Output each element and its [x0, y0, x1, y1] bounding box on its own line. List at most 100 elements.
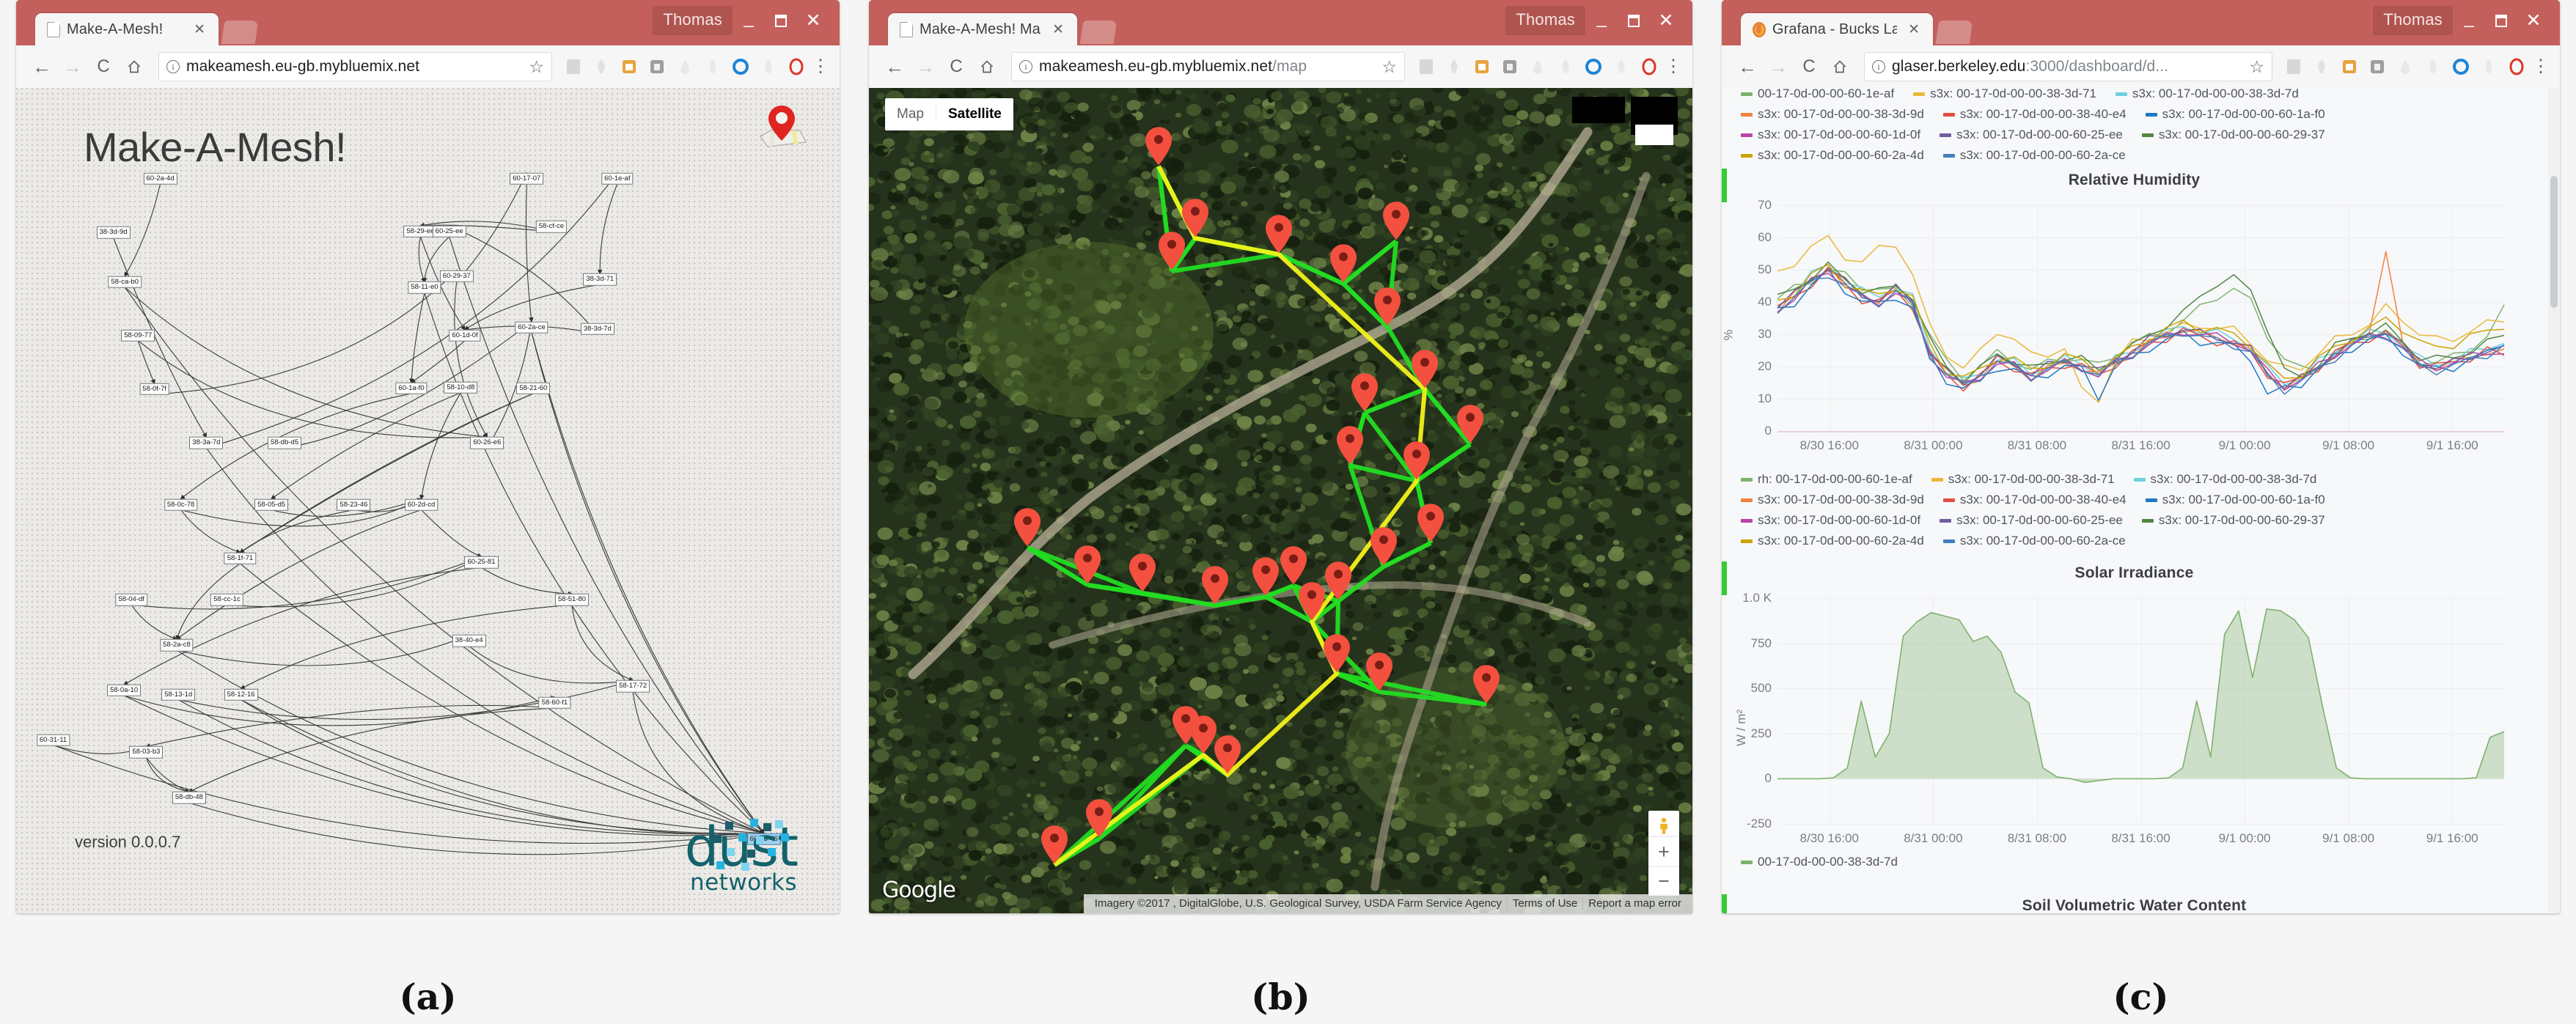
mesh-node[interactable]: 38-3d-9d [96, 226, 131, 239]
map-pin-icon[interactable] [755, 101, 809, 151]
leaf2-extension-icon[interactable] [700, 54, 725, 79]
legend-item[interactable]: s3x: 00-17-0d-00-00-60-29-37 [2141, 513, 2325, 528]
lastpass-extension-icon[interactable] [617, 54, 642, 79]
new-tab-button[interactable] [221, 21, 259, 44]
zoom-in-button[interactable]: + [1648, 837, 1679, 866]
mesh-node[interactable]: 58-cf-ce [535, 220, 568, 233]
mesh-node[interactable]: 58-04-df [115, 593, 147, 606]
site-info-icon[interactable]: i [1872, 60, 1885, 73]
zoom-out-button[interactable]: − [1648, 866, 1679, 896]
lastpass-extension-icon[interactable] [2337, 54, 2362, 79]
legend-item[interactable]: s3x: 00-17-0d-00-00-38-3d-7d [2115, 88, 2299, 101]
leaf2-extension-icon[interactable] [2421, 54, 2445, 79]
pocket-extension-icon[interactable] [645, 54, 669, 79]
tab-grafana-bucks-lake[interactable]: Grafana - Bucks Lake ✕ [1741, 13, 1933, 45]
mesh-node[interactable]: 58-db-d5 [268, 436, 302, 449]
mesh-node[interactable]: 58-13-1d [161, 688, 196, 701]
mesh-node[interactable]: 58-ca-b0 [108, 276, 142, 288]
drop-extension-icon[interactable] [1525, 54, 1550, 79]
user-profile-chip[interactable]: Thomas [1505, 6, 1585, 35]
opera-extension-icon[interactable] [2504, 54, 2529, 79]
maximize-button[interactable] [1618, 8, 1650, 33]
legend-item[interactable]: s3x: 00-17-0d-00-00-60-2a-ce [1942, 534, 2126, 548]
legend-item[interactable]: 00-17-0d-00-00-60-1e-af [1741, 88, 1894, 101]
mesh-node[interactable]: 60-1e-af [601, 172, 634, 185]
home-icon[interactable] [973, 53, 1001, 81]
map-marker-pin-icon[interactable] [1200, 564, 1230, 605]
map-marker-pin-icon[interactable] [1349, 372, 1380, 413]
mesh-node[interactable]: 58-21-60 [516, 382, 551, 395]
user-profile-chip[interactable]: Thomas [2373, 6, 2453, 35]
reload-icon[interactable]: C [89, 53, 117, 81]
bookmark-star-icon[interactable]: ☆ [2242, 57, 2264, 77]
opera-extension-icon[interactable] [1637, 54, 1662, 79]
map-marker-pin-icon[interactable] [1401, 440, 1432, 481]
map-type-toggle[interactable]: Map Satellite [885, 98, 1013, 130]
plot-relative-humidity[interactable]: % 0 10 20 30 40 50 60 70 8/30 16:00 8/31 00:00 8/3… [1722, 198, 2547, 472]
mesh-node[interactable]: 58-0c-78 [164, 498, 198, 511]
map-marker-pin-icon[interactable] [1250, 556, 1281, 597]
mesh-node[interactable]: 60-2a-4d [143, 172, 177, 185]
mesh-node[interactable]: 58-05-d5 [254, 498, 289, 511]
back-icon[interactable]: ← [1733, 53, 1761, 81]
mesh-node[interactable]: 58-db-48 [172, 792, 206, 804]
drop-extension-icon[interactable] [672, 54, 697, 79]
back-icon[interactable]: ← [881, 53, 909, 81]
mesh-node[interactable]: 58-0f-7f [139, 383, 170, 396]
legend-item[interactable]: s3x: 00-17-0d-00-00-38-3d-71 [1913, 88, 2096, 101]
map-marker-pin-icon[interactable] [1127, 552, 1158, 593]
new-tab-button[interactable] [1079, 21, 1118, 44]
leaf2-extension-icon[interactable] [1553, 54, 1578, 79]
map-marker-pin-icon[interactable] [1012, 507, 1043, 548]
address-bar[interactable]: i makeamesh.eu-gb.mybluemix.net ☆ [158, 52, 552, 81]
mesh-node[interactable]: 58-09-77 [121, 329, 155, 342]
map-marker-pin-icon[interactable] [1415, 503, 1446, 544]
maximize-button[interactable] [765, 8, 797, 33]
mesh-node[interactable]: 58-17-72 [616, 680, 650, 693]
google-map-canvas[interactable] [869, 88, 1692, 913]
tab-close-icon[interactable]: ✕ [189, 21, 210, 38]
map-marker-pin-icon[interactable] [1084, 798, 1115, 839]
legend-item[interactable]: s3x: 00-17-0d-00-00-60-25-ee [1940, 513, 2123, 528]
mesh-node[interactable]: 60-17-07 [510, 172, 544, 185]
forward-icon[interactable]: → [1764, 53, 1792, 81]
home-icon[interactable] [1826, 53, 1854, 81]
report-map-error-link[interactable]: Report a map error [1582, 897, 1687, 910]
mesh-node[interactable]: 60-31-11 [36, 734, 70, 746]
mesh-node[interactable]: 38-3a-7d [189, 436, 224, 449]
address-bar[interactable]: i glaser.berkeley.edu:3000/dashboard/d..… [1864, 52, 2272, 81]
map-zoom-controls[interactable]: + − [1648, 837, 1679, 896]
legend-item[interactable]: s3x: 00-17-0d-00-00-38-3d-7d [2133, 472, 2316, 487]
drop-extension-icon[interactable] [2393, 54, 2418, 79]
minimize-button[interactable]: _ [2453, 8, 2485, 33]
back-icon[interactable]: ← [28, 53, 56, 81]
legend-item[interactable]: s3x: 00-17-0d-00-00-60-2a-ce [1942, 148, 2126, 163]
legend-item[interactable]: s3x: 00-17-0d-00-00-38-40-e4 [1942, 107, 2127, 122]
forward-icon[interactable]: → [59, 53, 87, 81]
legend-item[interactable]: s3x: 00-17-0d-00-00-38-3d-9d [1741, 107, 1924, 122]
browser-menu-icon[interactable]: ⋮ [812, 53, 829, 81]
maximize-button[interactable] [2485, 8, 2517, 33]
leaf3-extension-icon[interactable] [2476, 54, 2501, 79]
mesh-node[interactable]: 58-51-80 [555, 593, 590, 606]
address-bar[interactable]: i makeamesh.eu-gb.mybluemix.net/map ☆ [1011, 52, 1405, 81]
pdf-extension-icon[interactable] [2281, 54, 2306, 79]
mesh-node[interactable]: 38-3d-7d [580, 323, 614, 336]
tab-make-a-mesh-map[interactable]: Make-A-Mesh! Map - 30 ✕ [888, 13, 1077, 45]
mesh-node[interactable]: 58-12-16 [224, 688, 258, 701]
legend-item[interactable]: s3x: 00-17-0d-00-00-38-3d-71 [1931, 472, 2115, 487]
map-marker-pin-icon[interactable] [1278, 545, 1309, 586]
minimize-button[interactable]: _ [1585, 8, 1618, 33]
mesh-node[interactable]: 60-26-e6 [470, 436, 504, 449]
map-type-map[interactable]: Map [885, 106, 936, 122]
pocket-extension-icon[interactable] [1497, 54, 1522, 79]
leaf-extension-icon[interactable] [1442, 54, 1467, 79]
map-marker-pin-icon[interactable] [1335, 425, 1365, 466]
leaf3-extension-icon[interactable] [1609, 54, 1634, 79]
map-corner-control[interactable] [1635, 125, 1673, 145]
forward-icon[interactable]: → [911, 53, 939, 81]
legend-item[interactable]: s3x: 00-17-0d-00-00-60-29-37 [2141, 128, 2325, 142]
mesh-node[interactable]: 58-cc-1c [210, 593, 243, 606]
mesh-node[interactable]: 60-1a-f0 [395, 382, 428, 395]
leaf3-extension-icon[interactable] [756, 54, 781, 79]
